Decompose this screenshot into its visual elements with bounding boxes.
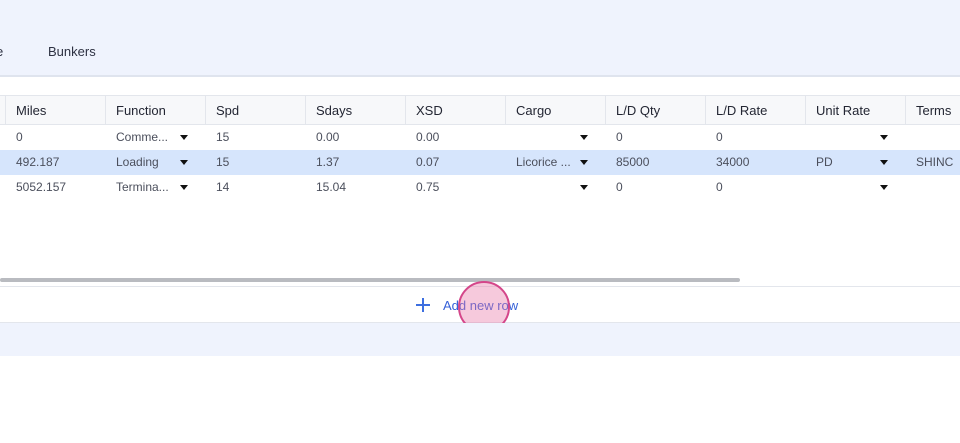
plus-icon — [416, 298, 430, 312]
cell-ld-qty[interactable]: 0 — [606, 125, 706, 150]
function-value: Termina... — [116, 180, 169, 194]
cell-cargo[interactable] — [506, 175, 606, 200]
cell-miles[interactable]: 0 — [6, 125, 106, 150]
header-spd[interactable]: Spd — [206, 96, 306, 124]
header-unit-rate[interactable]: Unit Rate — [806, 96, 906, 124]
cargo-value: Licorice ... — [516, 155, 571, 169]
cell-cargo[interactable] — [506, 125, 606, 150]
header-cargo[interactable]: Cargo — [506, 96, 606, 124]
cell-ld-qty[interactable]: 0 — [606, 175, 706, 200]
header-terms[interactable]: Terms — [906, 96, 960, 124]
table-header: Miles Function Spd Sdays XSD Cargo L/D Q… — [0, 95, 960, 125]
add-row-bar: Add new row — [0, 286, 960, 323]
cell-miles[interactable]: 492.187 — [6, 150, 106, 175]
cell-xsd[interactable]: 0.00 — [406, 125, 506, 150]
caret-down-icon[interactable] — [180, 135, 188, 140]
caret-down-icon[interactable] — [880, 185, 888, 190]
cell-terms[interactable] — [906, 175, 960, 200]
cell-sdays[interactable]: 1.37 — [306, 150, 406, 175]
caret-down-icon[interactable] — [880, 160, 888, 165]
cell-unit-rate[interactable]: PD — [806, 150, 906, 175]
cell-terms[interactable]: SHINC — [906, 150, 960, 175]
cell-sdays[interactable]: 15.04 — [306, 175, 406, 200]
cell-terms[interactable] — [906, 125, 960, 150]
itinerary-grid: Miles Function Spd Sdays XSD Cargo L/D Q… — [0, 95, 960, 200]
cell-spd[interactable]: 15 — [206, 125, 306, 150]
header-ld-qty[interactable]: L/D Qty — [606, 96, 706, 124]
add-new-row-label: Add new row — [443, 297, 519, 313]
cell-sdays[interactable]: 0.00 — [306, 125, 406, 150]
cell-function[interactable]: Comme... — [106, 125, 206, 150]
caret-down-icon[interactable] — [180, 185, 188, 190]
function-value: Comme... — [116, 130, 169, 144]
cell-function[interactable]: Loading — [106, 150, 206, 175]
horizontal-scrollbar[interactable] — [0, 278, 740, 282]
header-sdays[interactable]: Sdays — [306, 96, 406, 124]
cell-unit-rate[interactable] — [806, 175, 906, 200]
header-miles[interactable]: Miles — [6, 96, 106, 124]
table-row-selected[interactable]: 492.187 Loading 15 1.37 0.07 Licorice ..… — [0, 150, 960, 175]
caret-down-icon[interactable] — [880, 135, 888, 140]
tab-partial[interactable]: e — [0, 44, 3, 59]
cell-spd[interactable]: 14 — [206, 175, 306, 200]
add-new-row-button[interactable]: Add new row — [416, 295, 518, 315]
cell-ld-rate[interactable]: 0 — [706, 125, 806, 150]
caret-down-icon[interactable] — [580, 135, 588, 140]
caret-down-icon[interactable] — [580, 185, 588, 190]
cell-spd[interactable]: 15 — [206, 150, 306, 175]
unit-rate-value: PD — [816, 155, 833, 169]
cell-ld-rate[interactable]: 34000 — [706, 150, 806, 175]
function-value: Loading — [116, 155, 159, 169]
cell-unit-rate[interactable] — [806, 125, 906, 150]
footer-band — [0, 323, 960, 356]
cell-function[interactable]: Termina... — [106, 175, 206, 200]
caret-down-icon[interactable] — [180, 160, 188, 165]
cell-miles[interactable]: 5052.157 — [6, 175, 106, 200]
header-ld-rate[interactable]: L/D Rate — [706, 96, 806, 124]
header-xsd[interactable]: XSD — [406, 96, 506, 124]
cell-ld-qty[interactable]: 85000 — [606, 150, 706, 175]
tab-bar: e Bunkers — [0, 0, 960, 77]
cell-xsd[interactable]: 0.75 — [406, 175, 506, 200]
table-row[interactable]: 5052.157 Termina... 14 15.04 0.75 0 0 — [0, 175, 960, 200]
cell-cargo[interactable]: Licorice ... — [506, 150, 606, 175]
tab-bunkers[interactable]: Bunkers — [48, 44, 96, 59]
caret-down-icon[interactable] — [580, 160, 588, 165]
table-row[interactable]: 0 Comme... 15 0.00 0.00 0 0 — [0, 125, 960, 150]
cell-ld-rate[interactable]: 0 — [706, 175, 806, 200]
header-function[interactable]: Function — [106, 96, 206, 124]
cell-xsd[interactable]: 0.07 — [406, 150, 506, 175]
